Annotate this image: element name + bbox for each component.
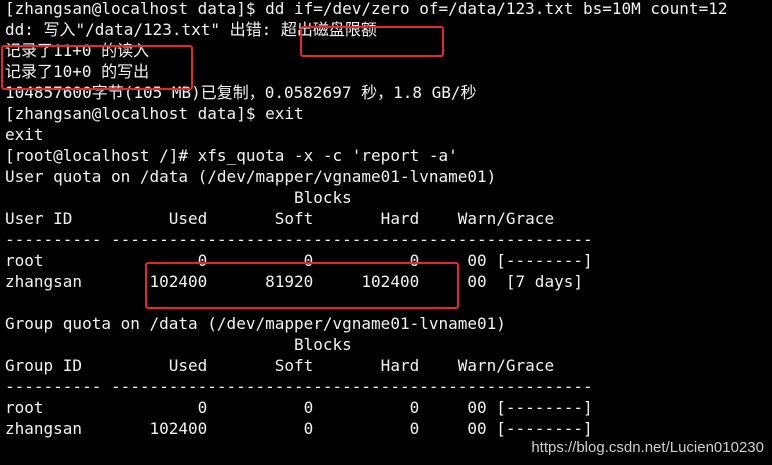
group-quota-row-root: root 0 0 0 00 [--------]: [5, 398, 593, 417]
terminal-window[interactable]: { "terminal": { "lines": [ "[zhangsan@lo…: [0, 0, 772, 465]
group-quota-row-zhangsan: zhangsan 102400 0 0 00 [--------]: [5, 419, 593, 438]
highlight-box-quota-error: [300, 26, 444, 57]
user-quota-separator: ---------- -----------------------------…: [5, 230, 593, 249]
group-quota-table-header: Group ID Used Soft Hard Warn/Grace: [5, 356, 555, 375]
output-exit: exit: [5, 125, 44, 144]
command-line-xfs-quota: [root@localhost /]# xfs_quota -x -c 'rep…: [5, 146, 458, 165]
highlight-box-zhangsan-usage: [145, 262, 459, 309]
group-quota-heading: Group quota on /data (/dev/mapper/vgname…: [5, 314, 506, 333]
group-quota-separator: ---------- -----------------------------…: [5, 377, 593, 396]
command-line-dd: [zhangsan@localhost data]$ dd if=/dev/ze…: [5, 0, 728, 18]
user-quota-heading: User quota on /data (/dev/mapper/vgname0…: [5, 167, 497, 186]
highlight-box-records: [1, 45, 193, 90]
csdn-watermark: https://blog.csdn.net/Lucien010230: [531, 439, 764, 456]
user-quota-table-header: User ID Used Soft Hard Warn/Grace: [5, 209, 555, 228]
group-quota-blocks-label: Blocks: [5, 335, 352, 354]
command-line-exit: [zhangsan@localhost data]$ exit: [5, 104, 304, 123]
user-quota-blocks-label: Blocks: [5, 188, 352, 207]
